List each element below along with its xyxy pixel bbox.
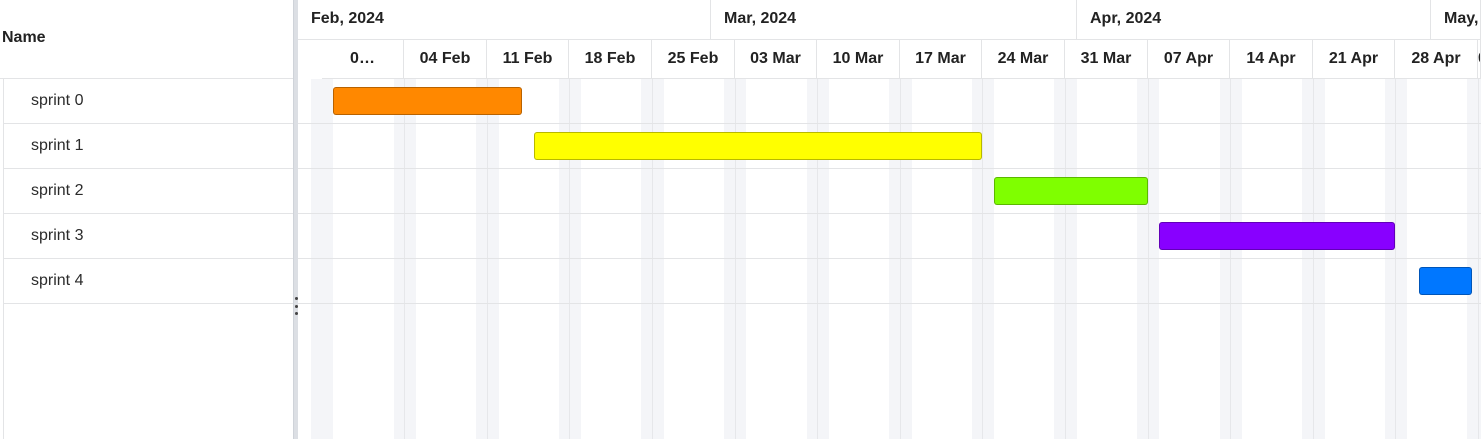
week-header-cell: 21 Apr <box>1313 40 1395 79</box>
week-header-cell: 14 Apr <box>1230 40 1313 79</box>
task-bar[interactable] <box>534 131 982 160</box>
week-header-cell: 18 Feb <box>569 40 652 79</box>
task-row[interactable]: sprint 0 <box>4 79 293 124</box>
name-column-header-label: Name <box>2 29 46 46</box>
week-gridline <box>982 79 983 439</box>
task-row[interactable]: sprint 3 <box>4 214 293 259</box>
month-header-cell: May, 2024 <box>1431 0 1481 40</box>
month-header-cell: Apr, 2024 <box>1077 0 1431 40</box>
row-gridline <box>298 123 1481 124</box>
task-bar[interactable] <box>994 176 1148 205</box>
task-name: sprint 1 <box>31 137 84 154</box>
week-gridline <box>1313 79 1314 439</box>
week-header-cell: 24 Mar <box>982 40 1065 79</box>
week-gridline <box>1395 79 1396 439</box>
week-header-cell: 28 Apr <box>1395 40 1478 79</box>
task-name: sprint 2 <box>31 182 84 199</box>
name-column-header[interactable]: Name <box>0 0 293 79</box>
week-gridline <box>487 79 488 439</box>
task-bar[interactable] <box>1419 266 1472 295</box>
task-row[interactable]: sprint 2 <box>4 169 293 214</box>
week-header-cell: 0… <box>322 40 404 79</box>
week-header-cell: 11 Feb <box>487 40 569 79</box>
task-row[interactable]: sprint 4 <box>4 259 293 304</box>
week-gridline <box>404 79 405 439</box>
week-gridline <box>1230 79 1231 439</box>
gantt-chart: Name sprint 0 sprint 1 sprint 2 sprint 3… <box>0 0 1481 439</box>
task-name: sprint 4 <box>31 272 84 289</box>
week-gridline <box>1065 79 1066 439</box>
row-gridline <box>298 258 1481 259</box>
month-header-cell: Feb, 2024 <box>298 0 711 40</box>
week-header-cell: 03 Mar <box>735 40 817 79</box>
week-header-cell: 10 Mar <box>817 40 900 79</box>
weekend-band <box>311 79 333 439</box>
row-gridline <box>298 168 1481 169</box>
task-name: sprint 3 <box>31 227 84 244</box>
month-header-cell: Mar, 2024 <box>711 0 1077 40</box>
task-bar[interactable] <box>333 86 522 115</box>
timeline-chart: Feb, 2024Mar, 2024Apr, 2024May, 2024 0…04… <box>298 0 1481 439</box>
week-header-cell: 07 Apr <box>1148 40 1230 79</box>
week-header-cell: 31 Mar <box>1065 40 1148 79</box>
task-bar[interactable] <box>1159 221 1395 250</box>
weekend-band <box>394 79 416 439</box>
week-header-cell: 04 Feb <box>404 40 487 79</box>
week-gridline <box>1148 79 1149 439</box>
task-name: sprint 0 <box>31 92 84 109</box>
week-header-cell: 17 Mar <box>900 40 982 79</box>
weekend-band <box>1385 79 1407 439</box>
row-gridline <box>298 213 1481 214</box>
weekend-band <box>1220 79 1242 439</box>
task-row[interactable]: sprint 1 <box>4 124 293 169</box>
row-gridline <box>298 303 1481 304</box>
week-header-cell: 25 Feb <box>652 40 735 79</box>
task-grid: Name sprint 0 sprint 1 sprint 2 sprint 3… <box>0 0 293 439</box>
week-gridline <box>1478 79 1479 439</box>
